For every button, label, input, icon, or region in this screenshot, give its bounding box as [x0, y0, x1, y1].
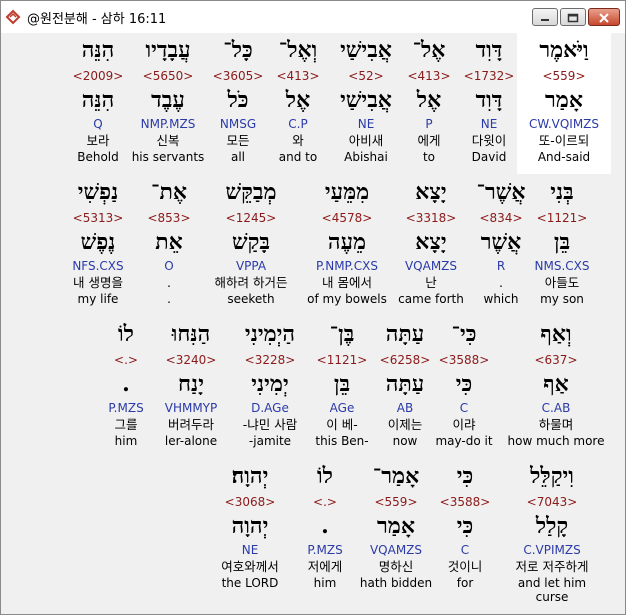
korean-gloss: 내 몸에서 [322, 275, 372, 290]
title-bar[interactable]: @원전분해 - 삼하 16:11 [1, 1, 625, 33]
morphology-code: P.NMP.CXS [316, 259, 378, 273]
morphology-code: C.AB [541, 401, 571, 415]
lemma-word: נֶפֶשׁ [80, 229, 116, 255]
hebrew-word: וְאַף [540, 321, 572, 347]
lemma-word: . [122, 371, 130, 397]
strong-number: <2009> [72, 69, 124, 83]
english-gloss: the LORD [221, 576, 279, 590]
maximize-icon [567, 8, 579, 27]
strong-number: <3068> [224, 495, 276, 509]
close-icon [598, 8, 610, 27]
korean-gloss: 저로 저주하게 [515, 559, 589, 574]
verse-row: וַיֹּאמֶר <559> אָמַר CW.VQIMZS 또-이르되 And-sai… [1, 37, 625, 164]
morphology-code: Q [93, 117, 103, 131]
maximize-button[interactable] [560, 8, 586, 26]
strong-number: <4578> [321, 211, 373, 225]
english-gloss: how much more [507, 434, 605, 448]
verse-row: וִיקַלֵּל <7043> קָלַל C.VPIMZS 저로 저주하게 and l… [1, 463, 625, 604]
morphology-code: NFS.CXS [72, 259, 124, 273]
hebrew-word: נַפְשִׁי [77, 179, 119, 205]
strong-number: <637> [534, 353, 578, 367]
app-window: @원전분해 - 삼하 16:11 וַיֹּאמֶר <559> אָמַר CW.V… [0, 0, 626, 615]
strong-number: <.> [114, 353, 138, 367]
verse-row: וְאַף <637> אַף C.AB 하물며 how much more כִּי־ <3… [1, 321, 625, 448]
close-button[interactable] [588, 8, 620, 26]
korean-gloss: 하물며 [538, 417, 574, 432]
hebrew-word: לוֹ [118, 321, 134, 347]
word-column[interactable]: לוֹ <.>. P.MZS 그를 him [76, 321, 176, 451]
english-gloss: him [114, 434, 138, 448]
word-column[interactable]: מִמֵּעַי <4578> מֵעֶה P.NMP.CXS 내 몸에서 of my b… [297, 179, 397, 309]
word-column[interactable]: וִיקַלֵּל <7043> קָלַל C.VPIMZS 저로 저주하게 and l… [502, 463, 602, 604]
english-gloss: of my bowels [307, 292, 387, 306]
morphology-code: P.MZS [108, 401, 144, 415]
morphology-code: C.VPIMZS [523, 543, 581, 557]
korean-gloss: 여호와께서 [221, 559, 279, 574]
window-controls [530, 8, 620, 26]
korean-gloss: 그를 [114, 417, 138, 432]
hebrew-word: יְהוָה׃ [231, 463, 269, 489]
window-title: @원전분해 - 삼하 16:11 [27, 11, 167, 27]
app-logo-icon [4, 8, 22, 26]
word-column[interactable]: יְהוָה׃ <3068> יְהוָה NE 여호와께서 the LORD [200, 463, 300, 593]
interlinear-view[interactable]: וַיֹּאמֶר <559> אָמַר CW.VQIMZS 또-이르되 And-sai… [1, 33, 625, 614]
word-column[interactable]: וְאַף <637> אַף C.AB 하물며 how much more [506, 321, 606, 451]
english-gloss: my life [77, 292, 119, 306]
lemma-word: הִנֵּה [81, 87, 115, 113]
strong-number: <5313> [72, 211, 124, 225]
korean-gloss: 보라 [86, 133, 110, 148]
lemma-word: יְהוָה [231, 513, 269, 539]
strong-number: <7043> [526, 495, 578, 509]
hebrew-word: וִיקַלֵּל [530, 463, 574, 489]
morphology-code: NE [241, 543, 259, 557]
word-column[interactable]: נַפְשִׁי <5313> נֶפֶשׁ NFS.CXS 내 생명을 my life [48, 179, 148, 309]
minimize-icon [540, 8, 550, 27]
english-gloss: and let him curse [517, 576, 587, 604]
lemma-word: מֵעֶה [327, 229, 367, 255]
english-gloss: Behold [77, 150, 119, 164]
minimize-button[interactable] [532, 8, 558, 26]
verse-row: בְּנִי <1121> בֵּן NMS.CXS 아들도 my son אֲשֶׁר־ <… [1, 179, 625, 306]
hebrew-word: הִנֵּה [81, 37, 115, 63]
word-column[interactable]: הִנֵּה <2009> הִנֵּה Q 보라 Behold [48, 37, 148, 167]
lemma-word: קָלַל [535, 513, 569, 539]
korean-gloss: 내 생명을 [73, 275, 123, 290]
lemma-word: אַף [543, 371, 569, 397]
hebrew-word: מִמֵּעַי [324, 179, 370, 205]
